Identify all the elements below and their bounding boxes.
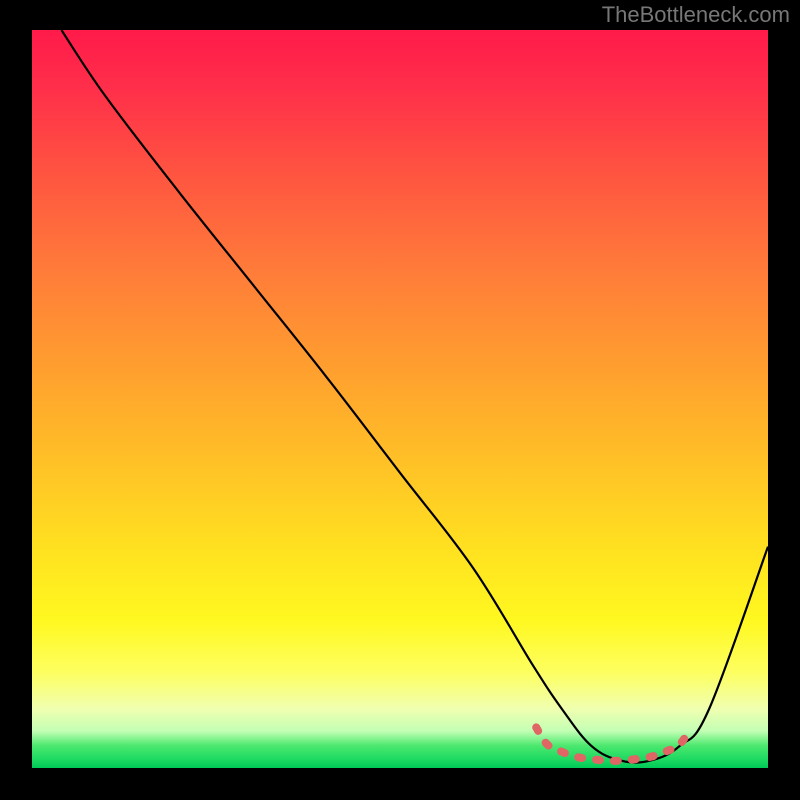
bottleneck-curve-line [61, 30, 768, 763]
watermark-text: TheBottleneck.com [602, 2, 790, 28]
chart-plot-area [32, 30, 768, 768]
optimal-range-marker-line [536, 727, 691, 760]
chart-svg [32, 30, 768, 768]
